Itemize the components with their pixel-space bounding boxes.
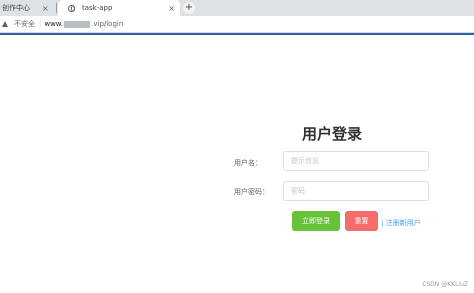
username-input[interactable] [283,151,429,171]
tab-separator [56,3,57,13]
tab-creator-center[interactable]: 创作中心 × [0,0,55,16]
watermark: CSDN @KKLiuZ [422,281,468,288]
new-tab-button[interactable]: + [183,2,195,14]
warning-icon [2,21,8,27]
url-prefix: www. [44,20,64,28]
page-accent-line [0,33,474,35]
url-redaction [64,20,91,28]
globe-icon [68,4,75,12]
close-icon[interactable]: × [168,4,175,13]
reset-button[interactable]: 重置 [345,211,378,231]
username-label: 用户名： [234,159,262,167]
register-link[interactable]: | 注册新用户 [381,218,421,228]
security-label[interactable]: 不安全 [14,19,35,29]
close-icon[interactable]: × [42,4,49,13]
password-input[interactable] [283,181,429,201]
address-bar[interactable]: 不安全 | www. .vip/login [0,16,474,33]
tab-label: task-app [82,4,113,12]
address-separator: | [39,20,42,28]
password-label: 用户密码： [234,188,269,196]
page-title: 用户登录 [302,125,363,143]
tab-task-app[interactable]: task-app × [58,0,180,16]
login-button[interactable]: 立即登录 [292,211,340,231]
url-suffix: .vip/login [91,20,124,28]
browser-tab-bar: 创作中心 × task-app × + [0,0,474,16]
tab-label: 创作中心 [2,4,30,12]
